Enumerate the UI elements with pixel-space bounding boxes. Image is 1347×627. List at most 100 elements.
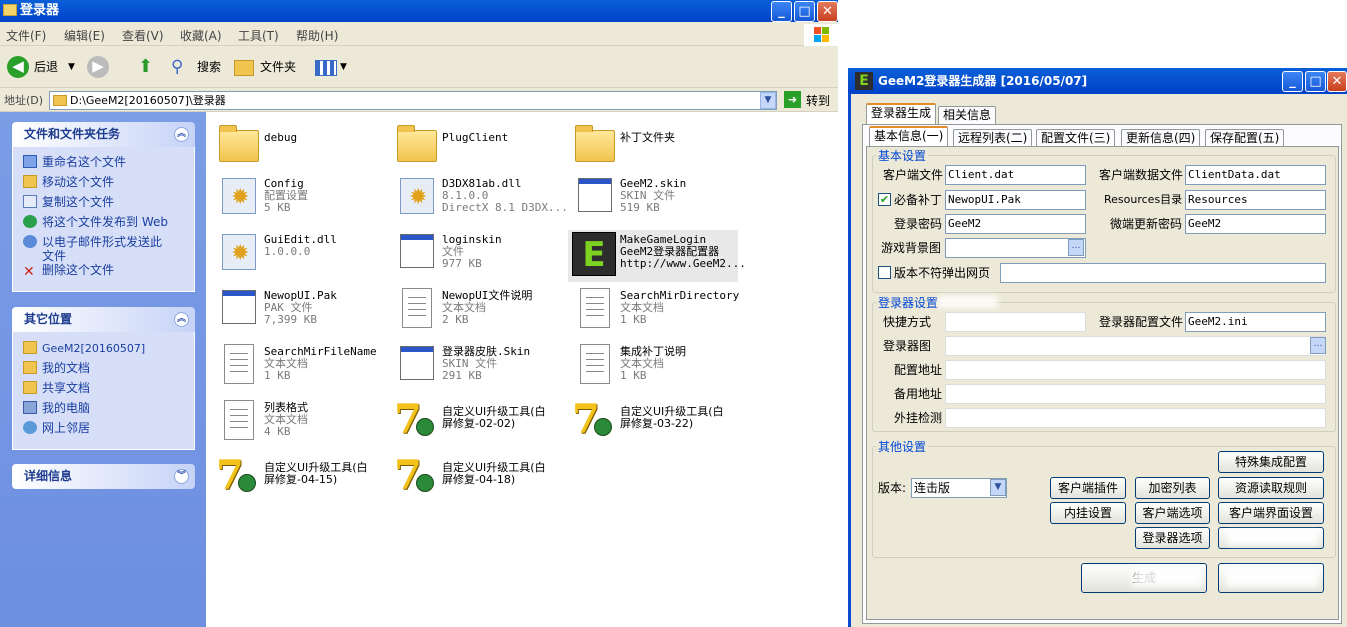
tab-update-info[interactable]: 更新信息(四) xyxy=(1121,129,1201,147)
place-network[interactable]: 网上邻居 xyxy=(23,421,90,435)
login-image-input[interactable] xyxy=(945,336,1326,356)
tab-save-config[interactable]: 保存配置(五) xyxy=(1205,129,1285,147)
menu-help[interactable]: 帮助(H) xyxy=(296,27,338,44)
file-item-patch-notes[interactable]: 集成补丁说明 文本文档 1 KB xyxy=(568,338,738,390)
config-address-input[interactable] xyxy=(945,360,1326,380)
file-item-newopui-txt[interactable]: NewopUI文件说明 文本文档 2 KB xyxy=(390,282,560,334)
task-email[interactable]: 以电子邮件形式发送此 文件 xyxy=(23,235,162,263)
maximize-button[interactable]: □ xyxy=(794,1,815,22)
file-item-makegamelogin[interactable]: E MakeGameLogin GeeM2登录器配置器 http://www.GeeM… xyxy=(568,230,746,282)
views-dropdown-icon[interactable]: ▼ xyxy=(340,56,347,78)
client-ui-settings-button[interactable]: 客户端界面设置 xyxy=(1218,502,1324,524)
go-arrow-icon[interactable]: ➜ xyxy=(784,91,801,108)
back-arrow-icon[interactable]: ◀ xyxy=(7,56,29,78)
file-item-d3dx[interactable]: D3DX81ab.dll8.1.0.0DirectX 8.1 D3DX... xyxy=(390,170,568,222)
client-data-input[interactable]: ClientData.dat xyxy=(1185,165,1326,185)
menu-edit[interactable]: 编辑(E) xyxy=(64,27,105,44)
details-header[interactable]: 详细信息 ︾ xyxy=(12,464,195,489)
client-options-button[interactable]: 客户端选项 xyxy=(1135,502,1210,524)
task-move[interactable]: 移动这个文件 xyxy=(23,175,114,189)
close-button[interactable]: ✕ xyxy=(817,1,838,22)
task-publish-web[interactable]: 将这个文件发布到 Web xyxy=(23,215,168,229)
up-folder-icon[interactable]: ⬆ xyxy=(138,56,153,78)
menu-tools[interactable]: 工具(T) xyxy=(238,27,279,44)
special-config-button[interactable]: 特殊集成配置 xyxy=(1218,451,1324,473)
task-delete[interactable]: ✕ 删除这个文件 xyxy=(23,263,114,279)
text-file-icon xyxy=(580,288,610,328)
go-button[interactable]: 转到 xyxy=(806,92,830,109)
tab-remote-list[interactable]: 远程列表(二) xyxy=(953,129,1033,147)
folders-button[interactable]: 文件夹 xyxy=(260,56,296,78)
text-file-icon xyxy=(224,344,254,384)
explorer-title-bar[interactable]: 登录器 xyxy=(0,0,840,22)
back-button[interactable]: 后退 xyxy=(34,56,58,78)
file-item-ui-tool-0418[interactable]: 7 自定义UI升级工具(白 屏修复-04-18) xyxy=(390,450,560,502)
forward-arrow-icon[interactable]: ▶ xyxy=(87,56,109,78)
file-item-list-format[interactable]: 列表格式 文本文档 4 KB xyxy=(212,394,382,446)
place-my-documents[interactable]: 我的文档 xyxy=(23,361,90,375)
menu-file[interactable]: 文件(F) xyxy=(6,27,46,44)
tab-config-file[interactable]: 配置文件(三) xyxy=(1036,129,1116,147)
shortcut-input[interactable] xyxy=(945,312,1086,332)
file-item-guiedit[interactable]: GuiEdit.dll1.0.0.0 xyxy=(212,226,382,278)
menu-favorites[interactable]: 收藏(A) xyxy=(180,27,222,44)
update-password-input[interactable]: GeeM2 xyxy=(1185,214,1326,234)
file-item-config[interactable]: Config配置设置5 KB xyxy=(212,170,382,222)
minimize-button[interactable]: _ xyxy=(771,1,792,22)
version-dropdown-icon[interactable]: ▼ xyxy=(990,479,1006,496)
file-item-ui-tool-0322[interactable]: 7 自定义UI升级工具(白 屏修复-03-22) xyxy=(568,394,738,446)
browse-background-button[interactable]: … xyxy=(1068,239,1084,256)
popup-checkbox[interactable] xyxy=(878,266,891,279)
file-item-geem2-skin[interactable]: GeeM2.skin SKIN 文件 519 KB xyxy=(568,170,738,222)
patch-checkbox[interactable]: ✔ xyxy=(878,193,891,206)
file-item-plugclient[interactable]: PlugClient xyxy=(390,116,560,168)
plugin-check-input[interactable] xyxy=(945,408,1326,428)
address-input[interactable]: D:\GeeM2[20160507]\登录器 xyxy=(49,91,777,110)
search-button[interactable]: 搜索 xyxy=(197,56,221,78)
resources-input[interactable]: Resources xyxy=(1185,190,1326,210)
task-rename[interactable]: 重命名这个文件 xyxy=(23,155,126,169)
background-input[interactable] xyxy=(945,238,1086,258)
gen-close-button[interactable]: ✕ xyxy=(1327,71,1347,92)
place-shared-documents[interactable]: 共享文档 xyxy=(23,381,90,395)
tab-generate[interactable]: 登录器生成 xyxy=(866,103,937,124)
tab-basic[interactable]: 基本信息(一) xyxy=(869,126,949,147)
file-item-debug[interactable]: debug xyxy=(212,116,382,168)
client-plugin-button[interactable]: 客户端插件 xyxy=(1050,477,1126,499)
login-config-input[interactable]: GeeM2.ini xyxy=(1185,312,1326,332)
tab-info[interactable]: 相关信息 xyxy=(938,106,997,124)
place-my-computer[interactable]: 我的电脑 xyxy=(23,401,90,415)
file-item-newopui-pak[interactable]: NewopUI.Pak PAK 文件 7,399 KB xyxy=(212,282,382,334)
backup-address-input[interactable] xyxy=(945,384,1326,404)
file-item-loginskin[interactable]: loginskin 文件 977 KB xyxy=(390,226,560,278)
file-item-searchmirfilename[interactable]: SearchMirFileName 文本文档 1 KB xyxy=(212,338,382,390)
client-file-input[interactable]: Client.dat xyxy=(945,165,1086,185)
gen-maximize-button[interactable]: □ xyxy=(1305,71,1326,92)
encrypt-list-button[interactable]: 加密列表 xyxy=(1135,477,1210,499)
other-places-header[interactable]: 其它位置 ︽ xyxy=(12,307,195,332)
menu-view[interactable]: 查看(V) xyxy=(122,27,164,44)
back-dropdown-icon[interactable]: ▼ xyxy=(68,56,75,78)
task-copy[interactable]: 复制这个文件 xyxy=(23,195,114,209)
gen-minimize-button[interactable]: _ xyxy=(1282,71,1303,92)
views-icon[interactable] xyxy=(315,60,337,76)
collapse-icon[interactable]: ︽ xyxy=(174,312,189,327)
patch-input[interactable]: NewopUI.Pak xyxy=(945,190,1086,210)
file-item-login-skin[interactable]: 登录器皮肤.Skin SKIN 文件 291 KB xyxy=(390,338,560,390)
popup-url-input[interactable] xyxy=(1000,263,1326,283)
generator-title-bar[interactable]: GeeM2登录器生成器 [2016/05/07] xyxy=(848,68,1347,94)
browse-login-image-button[interactable]: … xyxy=(1310,337,1326,354)
place-geem2[interactable]: GeeM2[20160507] xyxy=(23,341,145,356)
internal-plugin-button[interactable]: 内挂设置 xyxy=(1050,502,1126,524)
file-item-searchmirdirectory[interactable]: SearchMirDirectory 文本文档 1 KB xyxy=(568,282,739,334)
resource-rules-button[interactable]: 资源读取规则 xyxy=(1218,477,1324,499)
expand-icon[interactable]: ︾ xyxy=(174,469,189,484)
file-item-patch-folder[interactable]: 补丁文件夹 xyxy=(568,116,738,168)
file-tasks-header[interactable]: 文件和文件夹任务 ︽ xyxy=(12,122,195,147)
login-options-button[interactable]: 登录器选项 xyxy=(1135,527,1210,549)
address-dropdown-icon[interactable]: ▼ xyxy=(760,92,776,109)
file-item-ui-tool-0415[interactable]: 7 自定义UI升级工具(白 屏修复-04-15) xyxy=(212,450,382,502)
login-password-input[interactable]: GeeM2 xyxy=(945,214,1086,234)
file-item-ui-tool-0202[interactable]: 7 自定义UI升级工具(白 屏修复-02-02) xyxy=(390,394,560,446)
collapse-icon[interactable]: ︽ xyxy=(174,127,189,142)
